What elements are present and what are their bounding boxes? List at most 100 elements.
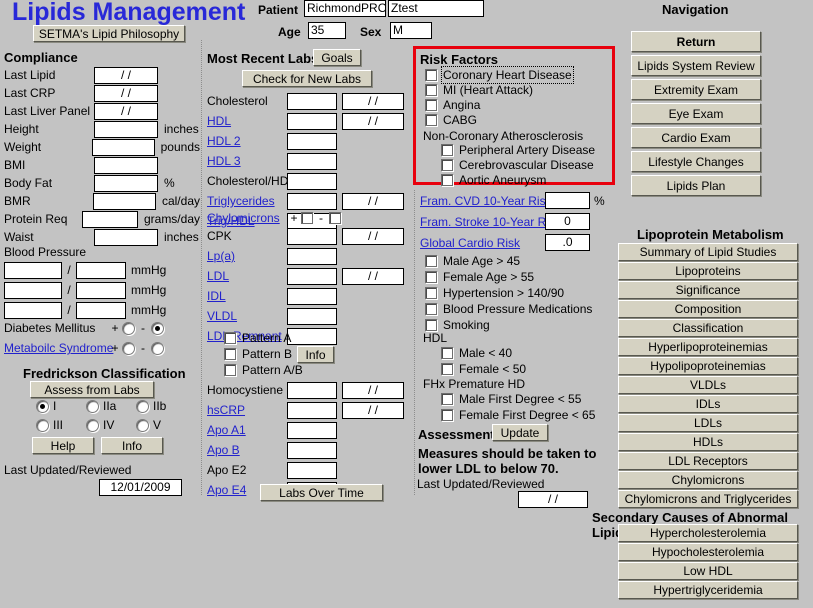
patient-first-name-field[interactable]: Ztest [388,0,484,17]
nav-button[interactable]: Lipids System Review [631,55,761,76]
pattern-info-button[interactable]: Info [297,346,334,363]
lipoprotein-button[interactable]: Chylomicrons [618,471,798,489]
fredrickson-info-button[interactable]: Info [101,437,163,454]
compliance-row-field[interactable]: / / [94,102,158,120]
assessment-update-button[interactable]: Update [492,424,548,441]
lab-row-label[interactable]: IDL [207,289,287,303]
lab-row-label[interactable]: HDL [207,114,287,128]
compliance-row-field[interactable] [94,156,158,174]
lab-row-label[interactable]: Apo A1 [207,423,287,437]
checkbox-row[interactable]: Smoking [425,317,615,333]
assess-from-labs-button[interactable]: Assess from Labs [30,381,154,398]
bp-systolic-field[interactable] [4,301,62,319]
lab-value-field[interactable] [287,192,337,210]
lab-value-field[interactable] [287,401,337,419]
lab-date-field[interactable]: / / [342,381,404,399]
fredrickson-radio-iib[interactable] [136,399,149,413]
pattern-checkbox[interactable] [224,348,236,360]
lab-value-field[interactable] [287,381,337,399]
lipoprotein-button[interactable]: Hypolipoproteinemias [618,357,798,375]
lab-row-label[interactable]: Triglycerides [207,194,287,208]
risk-checkbox[interactable] [441,158,453,171]
diabetes-minus-radio[interactable] [151,321,164,335]
checkbox-row[interactable]: Aortic Aneurysm [441,172,616,187]
checkbox-row[interactable]: Male Age > 45 [425,253,615,269]
lab-row-label[interactable]: Apo B [207,443,287,457]
risk-score-link[interactable]: Fram. Stroke 10-Year Risk [420,215,561,229]
risk-checkbox[interactable] [425,287,437,299]
lab-value-field[interactable] [287,307,337,325]
lab-value-field[interactable] [287,247,337,265]
lab-row-label[interactable]: HDL 2 [207,134,287,148]
lab-value-field[interactable] [287,441,337,459]
checkbox-row[interactable]: Cerebrovascular Disease [441,157,616,172]
lab-value-field[interactable] [287,92,337,110]
checkbox-row[interactable]: Peripheral Artery Disease [441,142,616,157]
checkbox-row[interactable]: Female Age > 55 [425,269,615,285]
help-button[interactable]: Help [32,437,94,454]
secondary-cause-button[interactable]: Low HDL [618,562,798,580]
lab-value-field[interactable] [287,421,337,439]
fredrickson-radio-iia[interactable] [86,399,99,413]
fredrickson-option[interactable]: I [36,399,86,413]
lab-value-field[interactable] [287,227,337,245]
nav-button[interactable]: Return [631,31,761,52]
check-for-new-labs-button[interactable]: Check for New Labs [242,70,372,87]
lab-date-field[interactable]: / / [342,227,404,245]
fredrickson-last-updated-field[interactable]: 12/01/2009 [99,479,182,496]
lab-value-field[interactable] [287,287,337,305]
metabolic-plus-radio[interactable] [122,341,135,355]
risk-checkbox[interactable] [425,271,437,283]
checkbox-row[interactable]: Coronary Heart Disease [425,65,610,84]
secondary-cause-button[interactable]: Hypercholesterolemia [618,524,798,542]
risk-score-link[interactable]: Global Cardio Risk [420,236,545,250]
risk-checkbox[interactable] [425,68,437,81]
labs-over-time-button[interactable]: Labs Over Time [260,484,383,501]
lipoprotein-button[interactable]: HDLs [618,433,798,451]
bp-diastolic-field[interactable] [76,261,126,279]
lab-row-label[interactable]: Lp(a) [207,249,287,263]
risk-checkbox[interactable] [441,143,453,156]
risk-checkbox[interactable] [441,393,453,405]
lipoprotein-button[interactable]: LDLs [618,414,798,432]
fredrickson-radio-iv[interactable] [86,418,99,432]
risk-checkbox[interactable] [425,255,437,267]
nav-button[interactable]: Cardio Exam [631,127,761,148]
lab-row-label[interactable]: LDL [207,269,287,283]
checkbox-row[interactable]: Female First Degree < 65 [441,407,616,423]
risk-checkbox[interactable] [441,409,453,421]
lab-value-field[interactable] [287,267,337,285]
metabolic-minus-radio[interactable] [151,341,164,355]
compliance-row-field[interactable] [94,174,158,192]
lipoprotein-button[interactable]: Significance [618,281,798,299]
secondary-cause-button[interactable]: Hypertriglyceridemia [618,581,798,599]
bp-systolic-field[interactable] [4,281,62,299]
risk-score-link[interactable]: Fram. CVD 10-Year Risk [420,194,552,208]
lipoprotein-button[interactable]: Classification [618,319,798,337]
fredrickson-radio-v[interactable] [136,418,149,432]
lipoprotein-button[interactable]: IDLs [618,395,798,413]
chylomicrons-link[interactable]: Chylomicrons [207,211,287,225]
pattern-row[interactable]: Pattern A [224,330,314,346]
chylomicrons-minus-checkbox[interactable] [329,212,341,224]
risk-checkbox[interactable] [441,173,453,186]
chylomicrons-plus-checkbox[interactable] [301,212,313,224]
pattern-checkbox[interactable] [224,364,236,376]
patient-last-name-field[interactable]: RichmondPROD [304,0,386,17]
fredrickson-radio-iii[interactable] [36,418,49,432]
lab-value-field[interactable] [287,172,337,190]
pattern-row[interactable]: Pattern A/B [224,362,314,378]
lab-date-field[interactable]: / / [342,192,404,210]
risk-checkbox[interactable] [425,319,437,331]
nav-button[interactable]: Extremity Exam [631,79,761,100]
lab-value-field[interactable] [287,152,337,170]
metabolic-syndrome-link[interactable]: Metaboilc Syndrome [4,341,113,355]
assessment-last-updated-field[interactable]: / / [518,491,588,508]
risk-checkbox[interactable] [425,113,437,126]
pattern-checkbox[interactable] [224,332,236,344]
lipoprotein-button[interactable]: Chylomicrons and Triglycerides [618,490,798,508]
lipoprotein-button[interactable]: Hyperlipoproteinemias [618,338,798,356]
checkbox-row[interactable]: Hypertension > 140/90 [425,285,615,301]
lipoprotein-button[interactable]: Lipoproteins [618,262,798,280]
compliance-row-field[interactable] [91,138,155,156]
